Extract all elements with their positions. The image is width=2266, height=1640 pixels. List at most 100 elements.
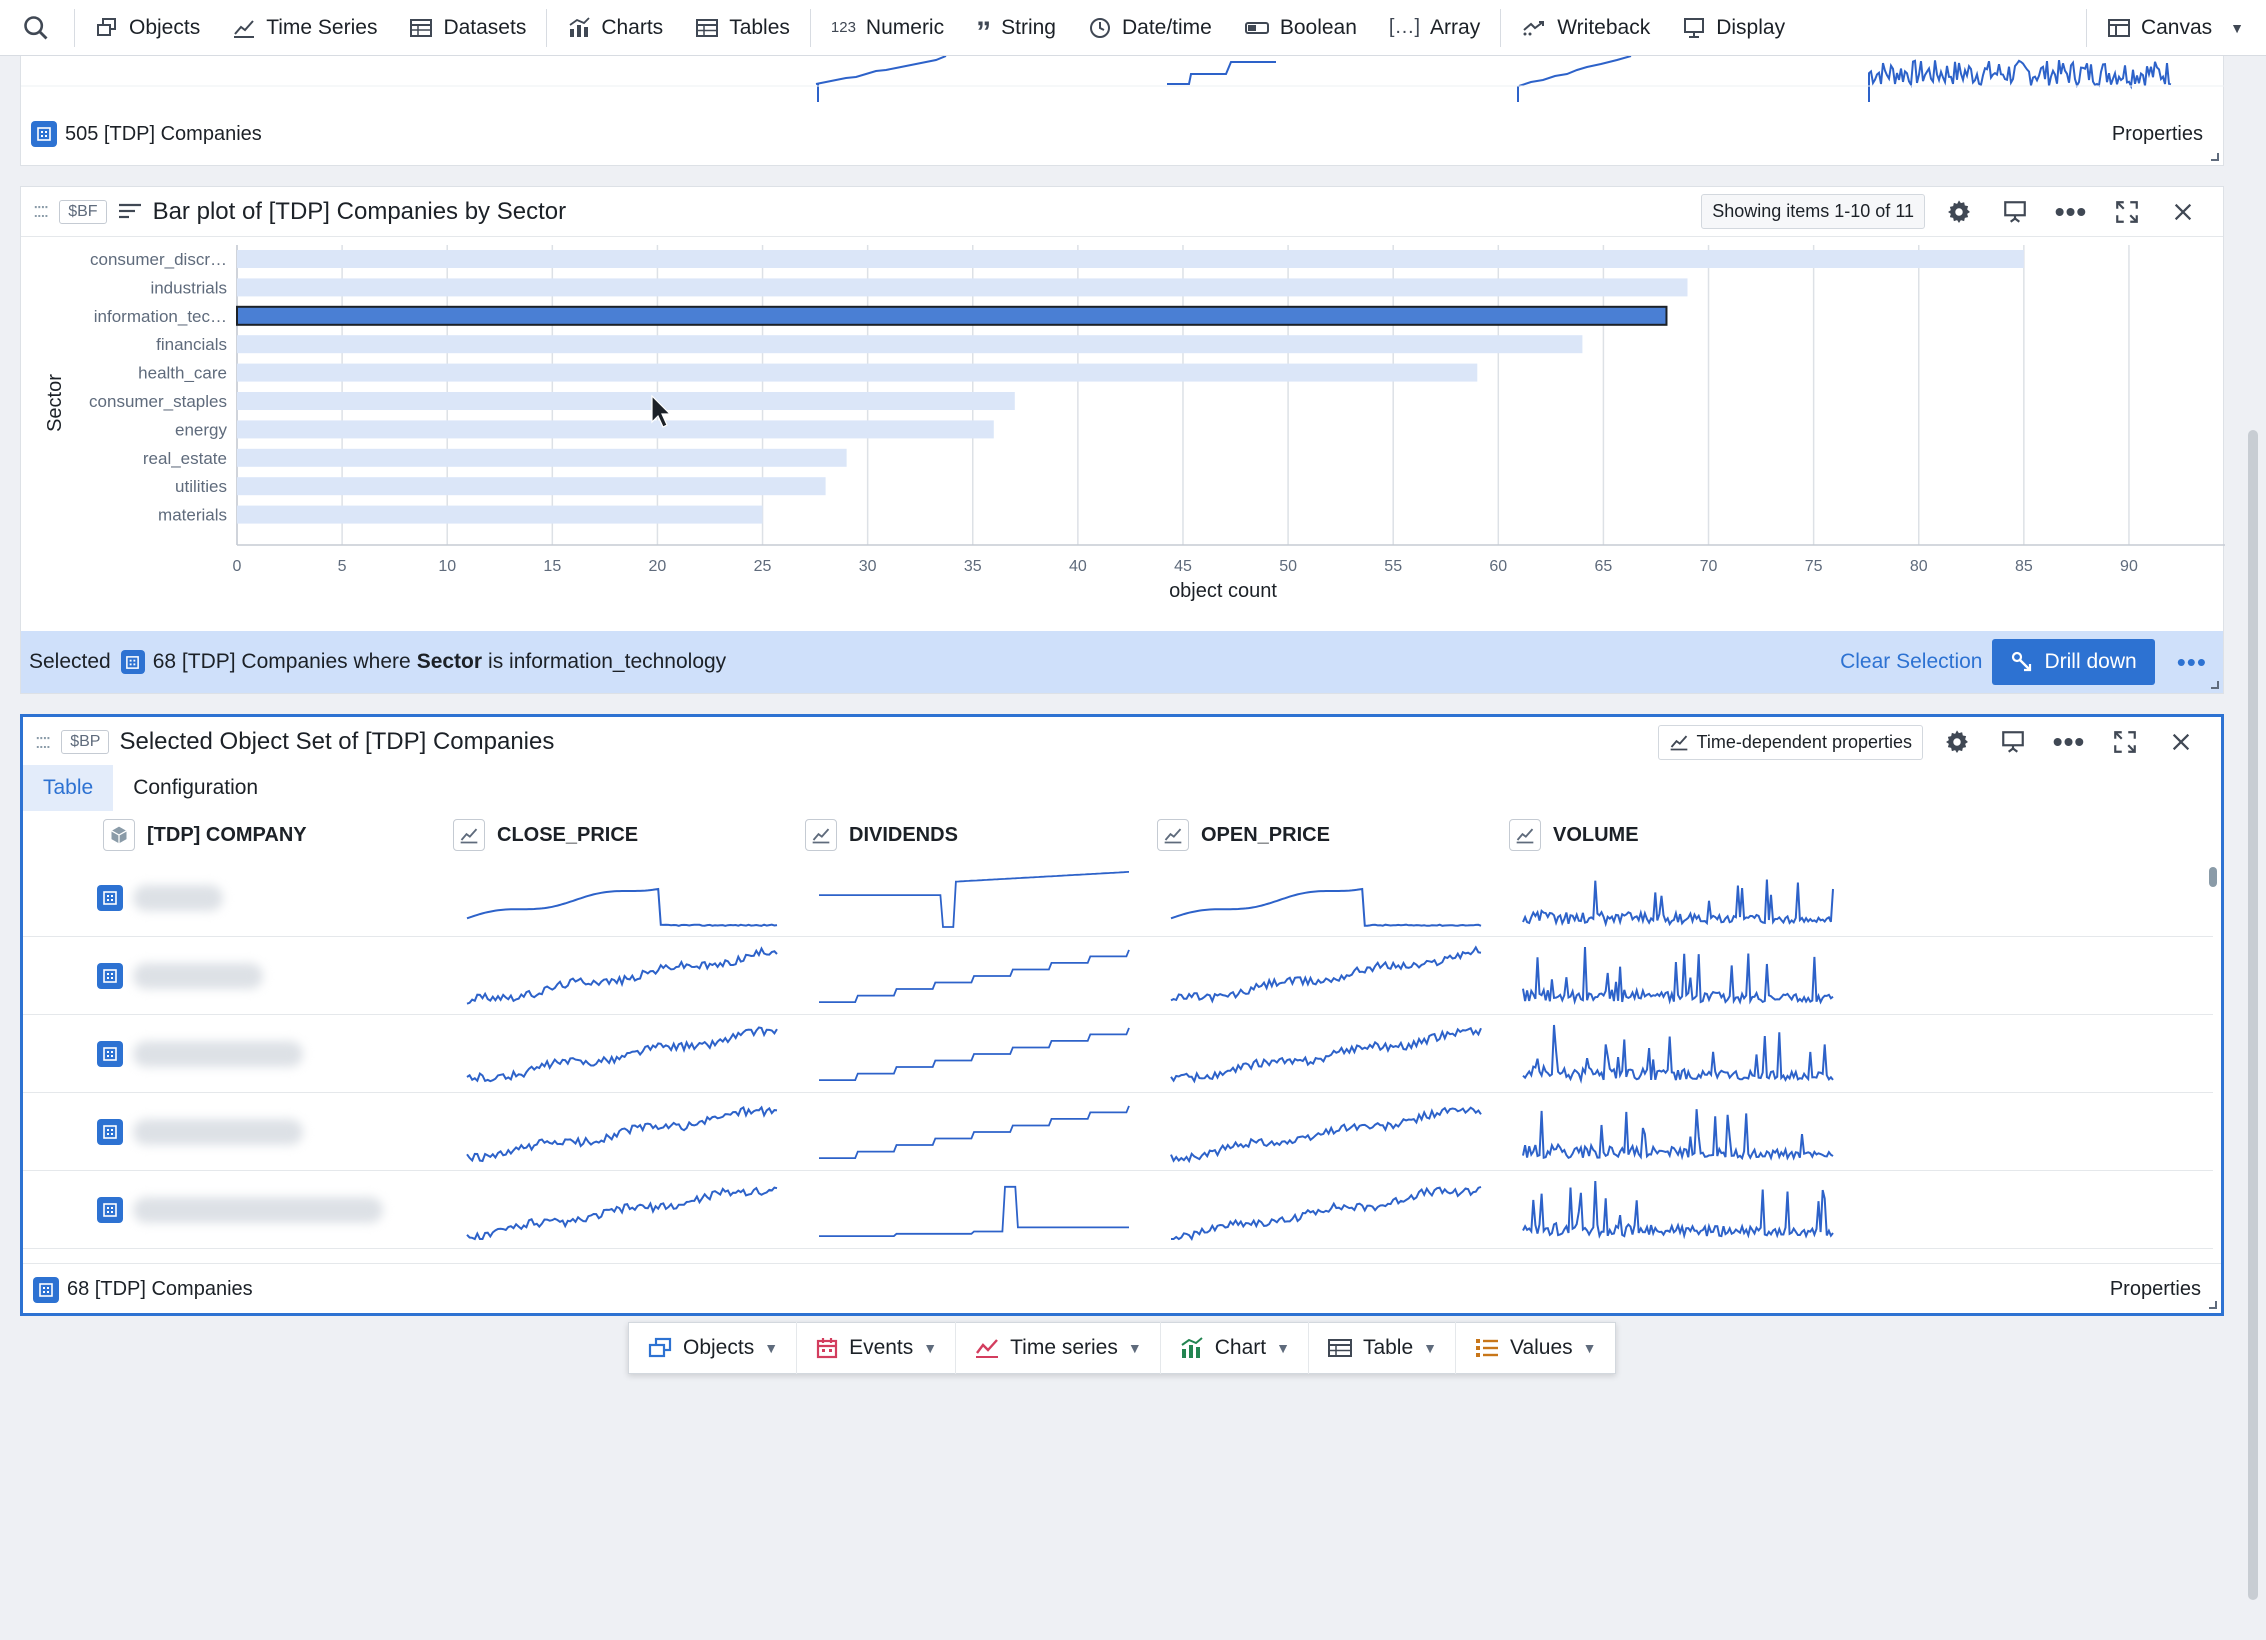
x-tick-label: 0: [233, 558, 242, 575]
div-sparkline: [819, 1105, 1130, 1159]
close-button[interactable]: [2155, 192, 2211, 232]
bar-utilities[interactable]: [237, 477, 826, 496]
toolbar-datetime[interactable]: Date/time: [1072, 0, 1228, 56]
time-dependent-button[interactable]: Time-dependent properties: [1657, 724, 1923, 760]
settings-button[interactable]: [1931, 192, 1987, 232]
category-label: real_estate: [143, 449, 227, 468]
drill-down-button[interactable]: Drill down: [1992, 639, 2155, 685]
toolbar-numeric[interactable]: 123 Numeric: [815, 0, 960, 56]
properties-button[interactable]: Properties: [2110, 1278, 2201, 1301]
table-row[interactable]: [23, 859, 2213, 937]
x-tick-label: 80: [1910, 558, 1928, 575]
x-tick-label: 75: [1805, 558, 1823, 575]
more-options-button[interactable]: •••: [2041, 722, 2097, 762]
toolbar-time-series[interactable]: Time Series: [216, 0, 393, 56]
object-count-label: 68 [TDP] Companies: [67, 1278, 253, 1300]
bar-real_estate[interactable]: [237, 448, 847, 467]
table-row[interactable]: [23, 937, 2213, 1015]
maximize-button[interactable]: [2097, 722, 2153, 762]
column-header-close-price[interactable]: CLOSE_PRICE: [453, 817, 638, 853]
tab-table[interactable]: Table: [23, 765, 114, 811]
category-label: consumer_discr…: [90, 250, 227, 269]
canvas-dropdown[interactable]: Canvas ▼: [2091, 0, 2252, 56]
drag-handle-icon[interactable]: ::::: [35, 731, 51, 754]
bar-health_care[interactable]: [237, 363, 1478, 382]
display-icon: [1684, 17, 1705, 38]
column-header-company[interactable]: [TDP] COMPANY: [103, 817, 307, 853]
timeline-icon: [453, 819, 485, 851]
close-button[interactable]: [2153, 722, 2209, 762]
dock-time-series[interactable]: Time series ▼: [956, 1322, 1161, 1374]
building-icon: [33, 1276, 59, 1303]
toolbar-charts[interactable]: Charts: [551, 0, 679, 56]
column-header-open-price[interactable]: OPEN_PRICE: [1157, 817, 1330, 853]
bar-materials[interactable]: [237, 505, 763, 524]
cube-stack-icon: [97, 17, 116, 36]
settings-button[interactable]: [1929, 722, 1985, 762]
properties-button[interactable]: Properties: [2112, 123, 2203, 146]
dock-values[interactable]: Values ▼: [1456, 1322, 1615, 1374]
toolbar-string[interactable]: ” String: [960, 0, 1072, 56]
caret-down-icon: ▼: [1582, 1340, 1597, 1356]
toolbar-display[interactable]: Display: [1666, 0, 1801, 56]
bar-consumer_staples[interactable]: [237, 392, 1015, 410]
page-scrollbar[interactable]: [2248, 430, 2258, 1600]
dock-chart[interactable]: Chart ▼: [1161, 1322, 1309, 1374]
table-scrollbar[interactable]: [2209, 867, 2217, 887]
toolbar-tables[interactable]: Tables: [679, 0, 806, 56]
toolbar-objects[interactable]: Objects: [79, 0, 216, 56]
bar-industrials[interactable]: [237, 278, 1688, 297]
toolbar-boolean[interactable]: Boolean: [1228, 0, 1373, 56]
bar-consumer_discr…[interactable]: [237, 250, 2024, 268]
bar-energy[interactable]: [237, 420, 994, 439]
table-row[interactable]: [23, 1093, 2213, 1171]
dock-events[interactable]: Events ▼: [797, 1322, 957, 1374]
drill-icon: [2012, 651, 2032, 672]
gear-icon: [1946, 730, 1968, 753]
bar-information_tec…[interactable]: [236, 305, 1668, 326]
resize-handle[interactable]: [2209, 1301, 2217, 1309]
toolbar-datasets[interactable]: Datasets: [393, 0, 542, 56]
gear-icon: [1948, 199, 1970, 223]
column-header-volume[interactable]: VOLUME: [1509, 817, 1639, 853]
table-row[interactable]: [23, 1171, 2213, 1249]
timeseries-icon: [976, 1339, 999, 1358]
table-icon: [1327, 1339, 1352, 1357]
toolbar-divider: [2085, 8, 2087, 47]
toolbar-array[interactable]: […] Array: [1373, 0, 1496, 56]
object-card-footer: 68 [TDP] Companies Properties: [23, 1263, 2221, 1315]
search-button[interactable]: [14, 0, 70, 56]
bar-financials[interactable]: [237, 335, 1583, 354]
tab-configuration[interactable]: Configuration: [113, 765, 278, 811]
selection-more-button[interactable]: •••: [2177, 647, 2207, 678]
sparkline-row-partial: [21, 56, 2225, 102]
x-tick-label: 5: [338, 558, 347, 575]
row-sparklines: [466, 945, 1834, 1006]
selection-count: 68 [TDP] Companies where: [152, 650, 411, 673]
caret-down-icon: ▼: [1423, 1340, 1438, 1356]
array-icon: […]: [1388, 16, 1421, 38]
resize-handle[interactable]: [2211, 153, 2219, 161]
cube-icon: [103, 819, 135, 851]
selection-value: is information_technology: [488, 650, 727, 673]
table-row[interactable]: [23, 1015, 2213, 1093]
dock-objects[interactable]: Objects ▼: [629, 1322, 798, 1374]
close-sparkline: [466, 1105, 778, 1163]
maximize-button[interactable]: [2099, 192, 2155, 232]
resize-handle[interactable]: [2211, 681, 2219, 689]
toolbar-writeback[interactable]: Writeback: [1505, 0, 1666, 56]
table-icon: [696, 18, 719, 37]
clock-icon: [1089, 17, 1110, 38]
present-button[interactable]: [1985, 722, 2041, 762]
drag-handle-icon[interactable]: ::::: [33, 200, 49, 223]
column-header-dividends[interactable]: DIVIDENDS: [805, 817, 958, 853]
x-tick-label: 15: [543, 558, 561, 575]
more-options-button[interactable]: •••: [2043, 192, 2099, 232]
x-tick-label: 70: [1700, 558, 1718, 575]
present-button[interactable]: [1987, 192, 2043, 232]
dock-table[interactable]: Table ▼: [1309, 1322, 1457, 1374]
bar-card-header: :::: $BF Bar plot of [TDP] Companies by …: [21, 187, 2223, 237]
clear-selection-button[interactable]: Clear Selection: [1840, 650, 1982, 674]
presentation-icon: [2002, 731, 2024, 753]
open-sparkline: [1170, 887, 1482, 927]
